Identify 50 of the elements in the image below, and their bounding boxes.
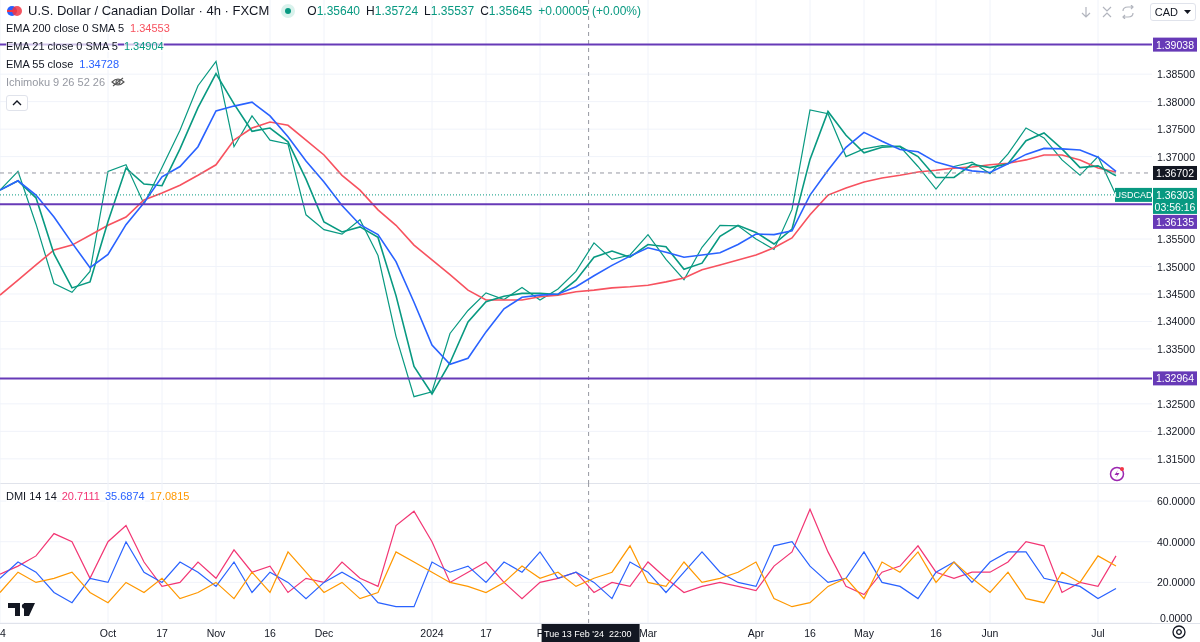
price-label: 1.31500 — [1157, 452, 1195, 465]
indicator-value: 1.34904 — [123, 40, 164, 52]
price-label: 1.35000 — [1157, 260, 1195, 273]
time-label: 2024 — [420, 627, 444, 639]
time-label: Jul — [1091, 627, 1105, 639]
price-change: +0.00005 (+0.00%) — [538, 3, 641, 18]
indicator-value: 35.6874 — [104, 490, 145, 502]
indicator-value: 1.34728 — [79, 58, 120, 70]
time-label: Jun — [981, 627, 999, 639]
indicator-axis-label: 40.0000 — [1157, 535, 1195, 548]
time-label: Mar — [638, 627, 658, 639]
price-label: 1.34000 — [1157, 315, 1195, 328]
price-label: 1.38500 — [1157, 68, 1195, 81]
price-badge: 1.36135 — [1153, 214, 1197, 229]
indicator-axis-label: 60.0000 — [1157, 495, 1195, 508]
price-label: 1.32000 — [1157, 425, 1195, 438]
time-label: 17 — [480, 627, 492, 639]
indicator-value: 20.7111 — [61, 490, 100, 502]
time-label: Nov — [206, 627, 226, 639]
ohlc-value: C1.35645 — [480, 3, 533, 18]
price-label: 1.33500 — [1157, 342, 1195, 355]
price-badge: 1.36303 03:56:16 — [1153, 187, 1197, 214]
indicator-value: 1.34553 — [130, 22, 170, 34]
price-label: 1.38000 — [1157, 95, 1195, 108]
price-label: 1.35500 — [1157, 233, 1195, 246]
price-badge: 1.39038 — [1153, 37, 1197, 52]
indicator-value: 17.0815 — [149, 490, 190, 502]
time-label: Apr — [747, 627, 765, 639]
price-label: 1.32500 — [1157, 397, 1195, 410]
price-badge: 1.32964 — [1153, 371, 1197, 386]
time-label: Dec — [314, 627, 334, 639]
time-label: 17 — [156, 627, 168, 639]
time-label: 16 — [264, 627, 276, 639]
time-label: May — [854, 627, 874, 639]
time-label: 16 — [930, 627, 942, 639]
price-label: 1.37000 — [1157, 150, 1195, 163]
time-label: 4 — [0, 627, 6, 639]
time-label: Oct — [99, 627, 117, 639]
indicator-axis-label: 20.0000 — [1157, 576, 1195, 589]
price-label: 1.34500 — [1157, 288, 1195, 300]
ref-line-label: 1.36303 — [1156, 188, 1195, 201]
price-badge: 1.36702 — [1153, 166, 1197, 180]
date-badge: Tue 13 Feb '24 22:00 — [541, 624, 640, 642]
time-label: 16 — [804, 627, 816, 639]
ohlc-value: H1.35724 — [366, 3, 419, 18]
ohlc-value: L1.35537 — [424, 3, 475, 18]
indicator-axis-label: 0.0000 — [1159, 612, 1193, 624]
ohlc-value: O1.35640 — [307, 3, 361, 18]
price-label: 1.37500 — [1157, 123, 1195, 136]
symbol-tag: USDCAD — [1114, 187, 1153, 202]
